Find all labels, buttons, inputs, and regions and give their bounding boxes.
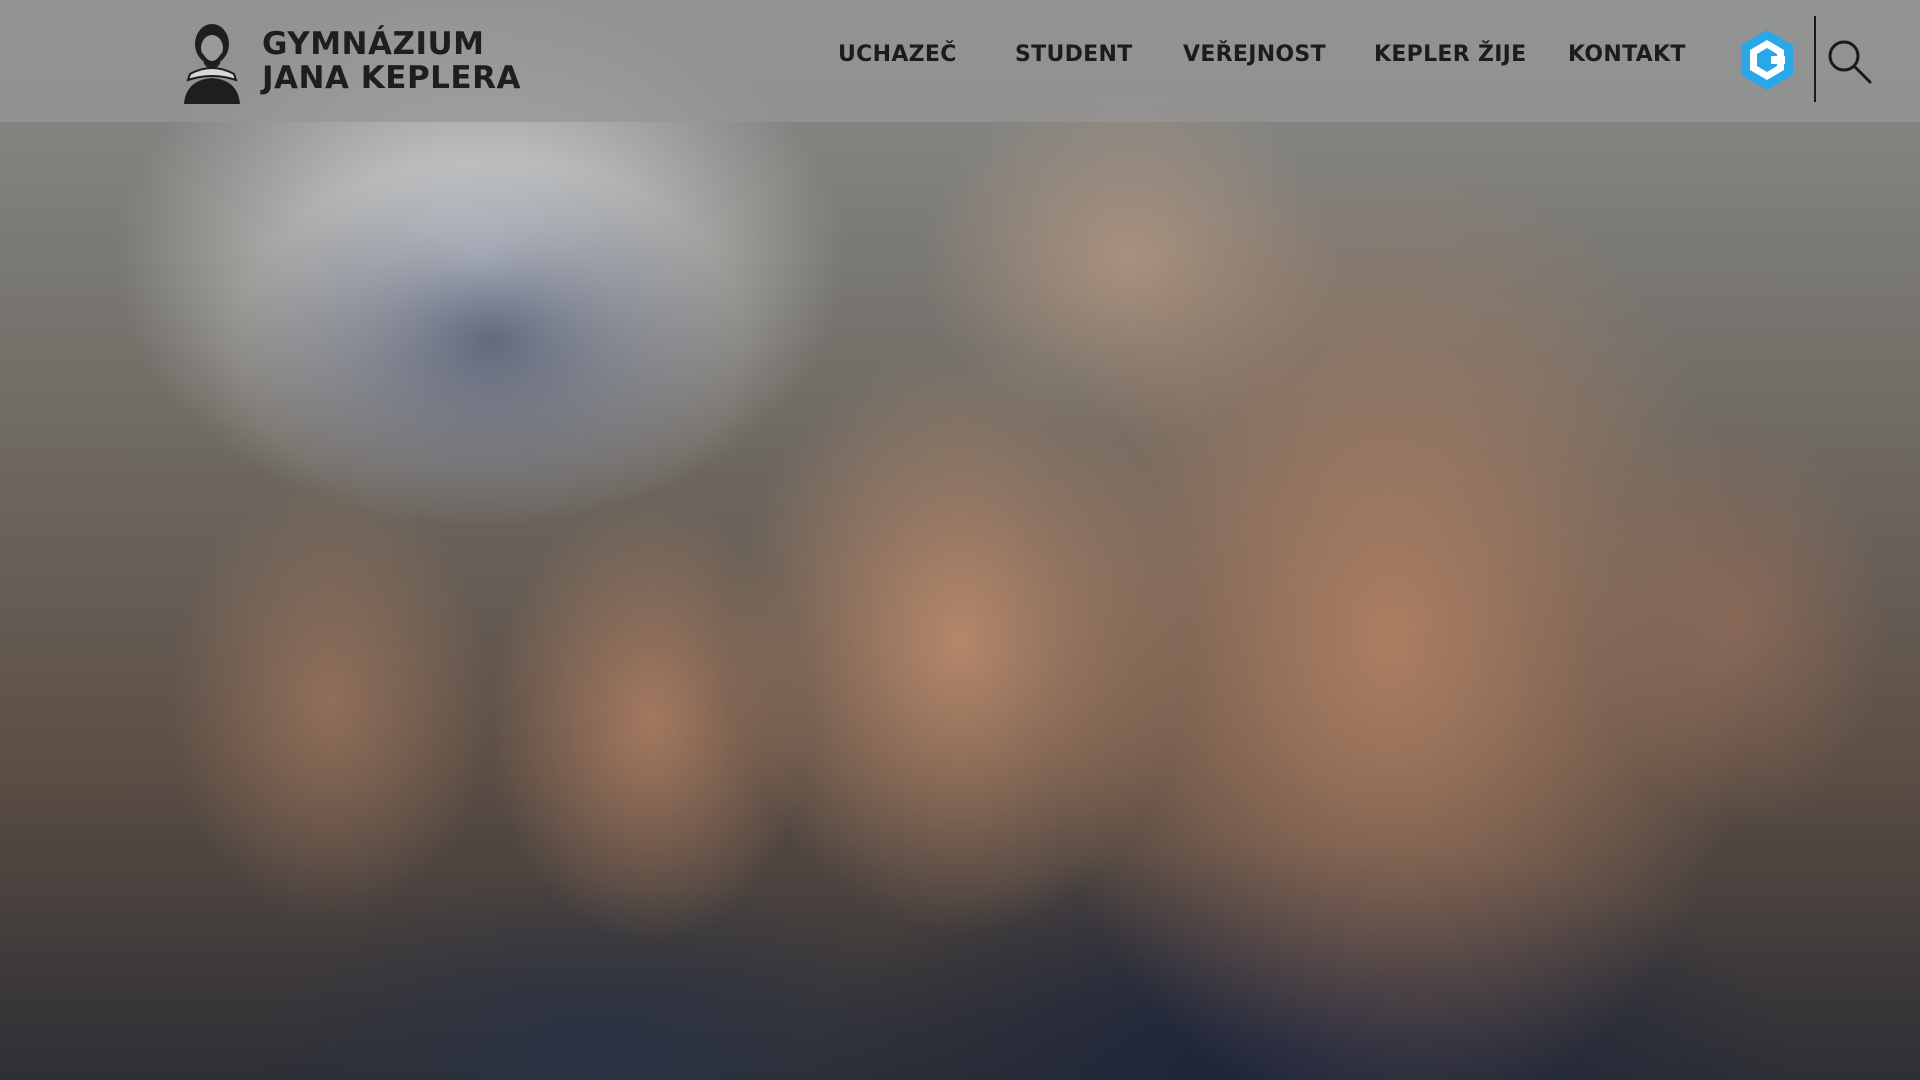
nav-item-student[interactable]: STUDENT (1015, 42, 1133, 67)
header-divider (1814, 16, 1816, 102)
logo-line-2: JANA KEPLERA (262, 60, 521, 96)
hero-image (0, 0, 1920, 1080)
site-header: GYMNÁZIUM JANA KEPLERA UCHAZEČ STUDENT V… (0, 0, 1920, 122)
hexagon-c-icon[interactable] (1738, 28, 1796, 92)
nav-item-kepler-zije[interactable]: KEPLER ŽIJE (1374, 42, 1527, 67)
kepler-portrait-icon (184, 24, 240, 104)
search-icon[interactable] (1824, 36, 1874, 86)
nav-item-uchazec[interactable]: UCHAZEČ (838, 42, 957, 67)
site-logo[interactable]: GYMNÁZIUM JANA KEPLERA (176, 16, 521, 106)
nav-item-kontakt[interactable]: KONTAKT (1568, 42, 1686, 67)
nav-item-verejnost[interactable]: VEŘEJNOST (1183, 42, 1326, 67)
logo-line-1: GYMNÁZIUM (262, 26, 485, 62)
page: GYMNÁZIUM JANA KEPLERA UCHAZEČ STUDENT V… (0, 0, 1920, 1080)
